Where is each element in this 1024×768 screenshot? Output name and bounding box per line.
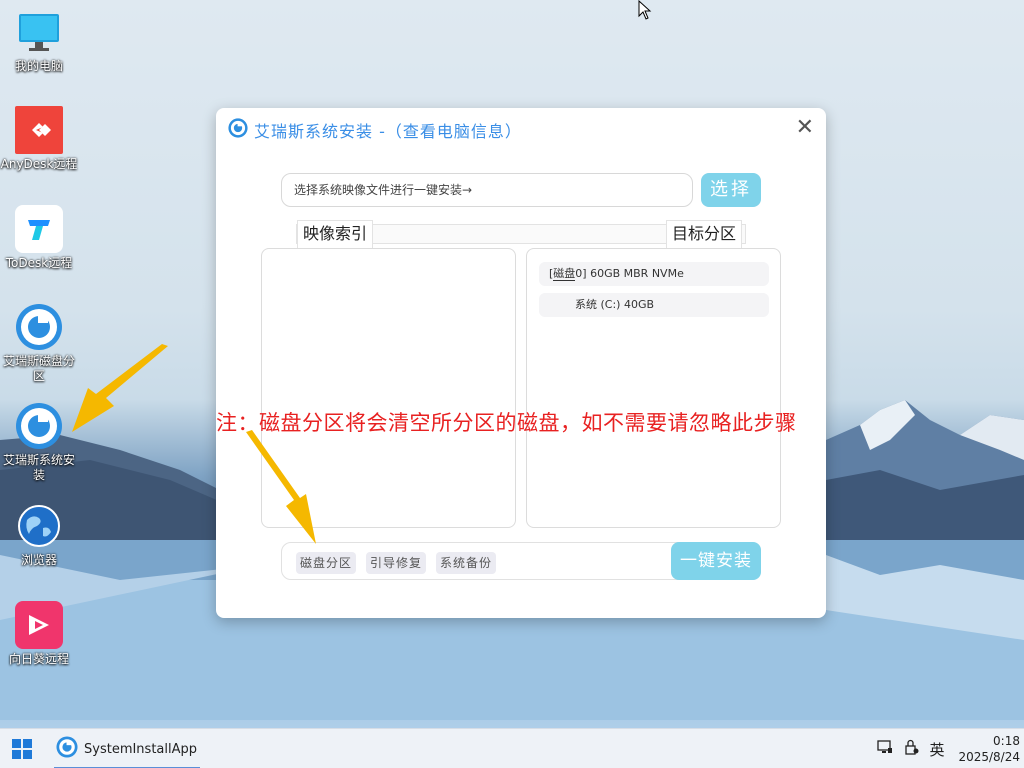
partition-row[interactable]: 系统 (C:) 40GB <box>539 293 769 317</box>
iris-taskbar-icon <box>56 736 78 762</box>
taskbar-app-system-install[interactable]: SystemInstallApp <box>52 729 200 768</box>
window-title-bar: 艾瑞斯系统安装 -（查看电脑信息） <box>228 118 522 142</box>
mouse-cursor-icon <box>638 0 652 20</box>
one-click-install-button[interactable]: 一键安装 <box>671 542 761 580</box>
clock-date: 2025/8/24 <box>958 750 1020 764</box>
desktop-icon-label: ToDesk远程 <box>5 256 73 270</box>
close-icon[interactable]: ✕ <box>796 116 814 140</box>
desktop-icon-anydesk[interactable]: AnyDesk远程 <box>0 106 78 172</box>
desktop-icon-label: 艾瑞斯磁盘分区 <box>2 354 75 383</box>
system-tray: 英 0:18 2025/8/24 <box>877 729 1024 768</box>
taskbar-app-name: SystemInstallApp <box>84 741 198 757</box>
boot-repair-button[interactable]: 引导修复 <box>366 552 427 574</box>
arrow-to-install-icon <box>72 344 168 432</box>
disk-partition-button[interactable]: 磁盘分区 <box>296 552 357 574</box>
taskbar: SystemInstallApp 英 0:18 2025/8/24 <box>0 728 1024 768</box>
todesk-icon <box>15 205 63 253</box>
desktop-icon-iris-install[interactable]: 艾瑞斯系统安装 <box>0 402 78 483</box>
tab-image-index[interactable]: 映像索引 <box>297 220 374 248</box>
globe-icon <box>15 502 63 550</box>
desktop-icon-sunflower[interactable]: 向日葵远程 <box>0 601 78 667</box>
desktop-icon-label: 艾瑞斯系统安装 <box>2 453 75 482</box>
arrow-to-partition-button <box>246 430 316 544</box>
disk-row[interactable]: [磁盘0] 60GB MBR NVMe <box>539 262 769 286</box>
clock[interactable]: 0:18 2025/8/24 <box>958 733 1020 765</box>
desktop-icon-browser[interactable]: 浏览器 <box>0 502 78 568</box>
monitor-icon <box>15 8 63 56</box>
anydesk-icon <box>15 106 63 154</box>
disk-details: 0] 60GB MBR NVMe <box>575 267 684 280</box>
iris-partition-icon <box>15 303 63 351</box>
desktop-icon-label: AnyDesk远程 <box>0 157 78 171</box>
lock-icon[interactable] <box>903 739 919 759</box>
desktop-icon-label: 向日葵远程 <box>8 652 69 666</box>
desktop-icon-my-computer[interactable]: 我的电脑 <box>0 8 78 74</box>
ime-indicator[interactable]: 英 <box>929 739 944 760</box>
desktop-icon-label: 浏览器 <box>20 553 57 567</box>
target-partition-panel[interactable]: [磁盘0] 60GB MBR NVMe 系统 (C:) 40GB <box>526 248 781 528</box>
clock-time: 0:18 <box>993 734 1020 748</box>
system-backup-button[interactable]: 系统备份 <box>436 552 497 574</box>
network-icon[interactable] <box>877 739 893 759</box>
desktop-icon-iris-partition[interactable]: 艾瑞斯磁盘分区 <box>0 303 78 384</box>
tab-target-partition[interactable]: 目标分区 <box>666 220 743 248</box>
window-title: 艾瑞斯系统安装 -（查看电脑信息） <box>254 122 522 141</box>
iris-app-icon <box>228 118 248 142</box>
disk-label: 磁盘 <box>553 267 576 281</box>
sunflower-icon <box>15 601 63 649</box>
iris-install-icon <box>15 402 63 450</box>
desktop-icon-label: 我的电脑 <box>14 59 63 73</box>
image-file-input[interactable]: 选择系统映像文件进行一键安装→ <box>281 173 693 207</box>
desktop-icon-todesk[interactable]: ToDesk远程 <box>0 205 78 271</box>
start-icon[interactable] <box>12 739 32 763</box>
select-button[interactable]: 选择 <box>701 173 761 207</box>
